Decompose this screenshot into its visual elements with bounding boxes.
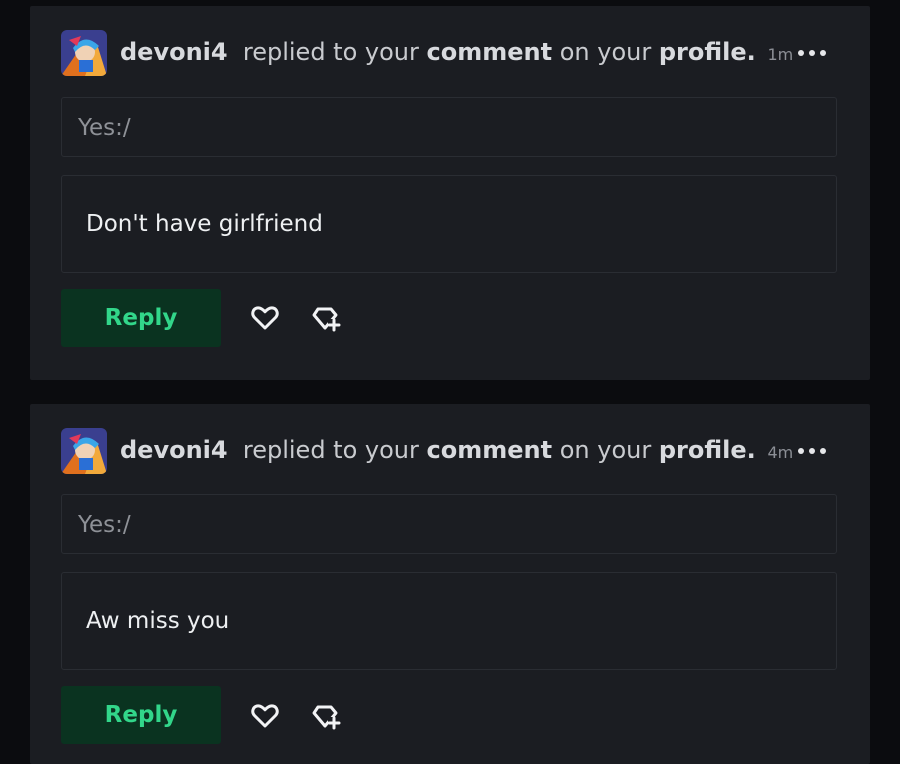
- on-your-text: on your: [559, 38, 652, 66]
- reply-button[interactable]: Reply: [61, 686, 221, 744]
- timestamp: 4m: [767, 443, 794, 462]
- replied-text: replied to your: [242, 436, 419, 464]
- notification-header: devoni4 replied to your comment on your …: [61, 428, 840, 474]
- reply-message: Aw miss you: [61, 572, 837, 670]
- gem-plus-icon[interactable]: [309, 302, 341, 334]
- notification-headline: devoni4 replied to your comment on your …: [120, 434, 793, 469]
- reply-button[interactable]: Reply: [61, 289, 221, 347]
- profile-link[interactable]: profile.: [659, 38, 756, 66]
- heart-icon[interactable]: [249, 700, 281, 732]
- quoted-comment: Yes:/: [61, 97, 837, 157]
- user-avatar[interactable]: [61, 428, 107, 474]
- more-dots-icon[interactable]: [798, 448, 826, 454]
- replied-text: replied to your: [242, 38, 419, 66]
- on-your-text: on your: [559, 436, 652, 464]
- timestamp: 1m: [767, 45, 794, 64]
- heart-icon[interactable]: [249, 302, 281, 334]
- notification-card: devoni4 replied to your comment on your …: [30, 404, 870, 764]
- more-dots-icon[interactable]: [798, 50, 826, 56]
- notification-header: devoni4 replied to your comment on your …: [61, 30, 840, 76]
- user-avatar[interactable]: [61, 30, 107, 76]
- username-link[interactable]: devoni4: [120, 38, 228, 66]
- comment-link[interactable]: comment: [427, 38, 553, 66]
- gem-plus-icon[interactable]: [309, 700, 341, 732]
- profile-link[interactable]: profile.: [659, 436, 756, 464]
- reply-message: Don't have girlfriend: [61, 175, 837, 273]
- username-link[interactable]: devoni4: [120, 436, 228, 464]
- quoted-comment: Yes:/: [61, 494, 837, 554]
- notification-card: devoni4 replied to your comment on your …: [30, 6, 870, 380]
- comment-link[interactable]: comment: [427, 436, 553, 464]
- notification-headline: devoni4 replied to your comment on your …: [120, 36, 793, 71]
